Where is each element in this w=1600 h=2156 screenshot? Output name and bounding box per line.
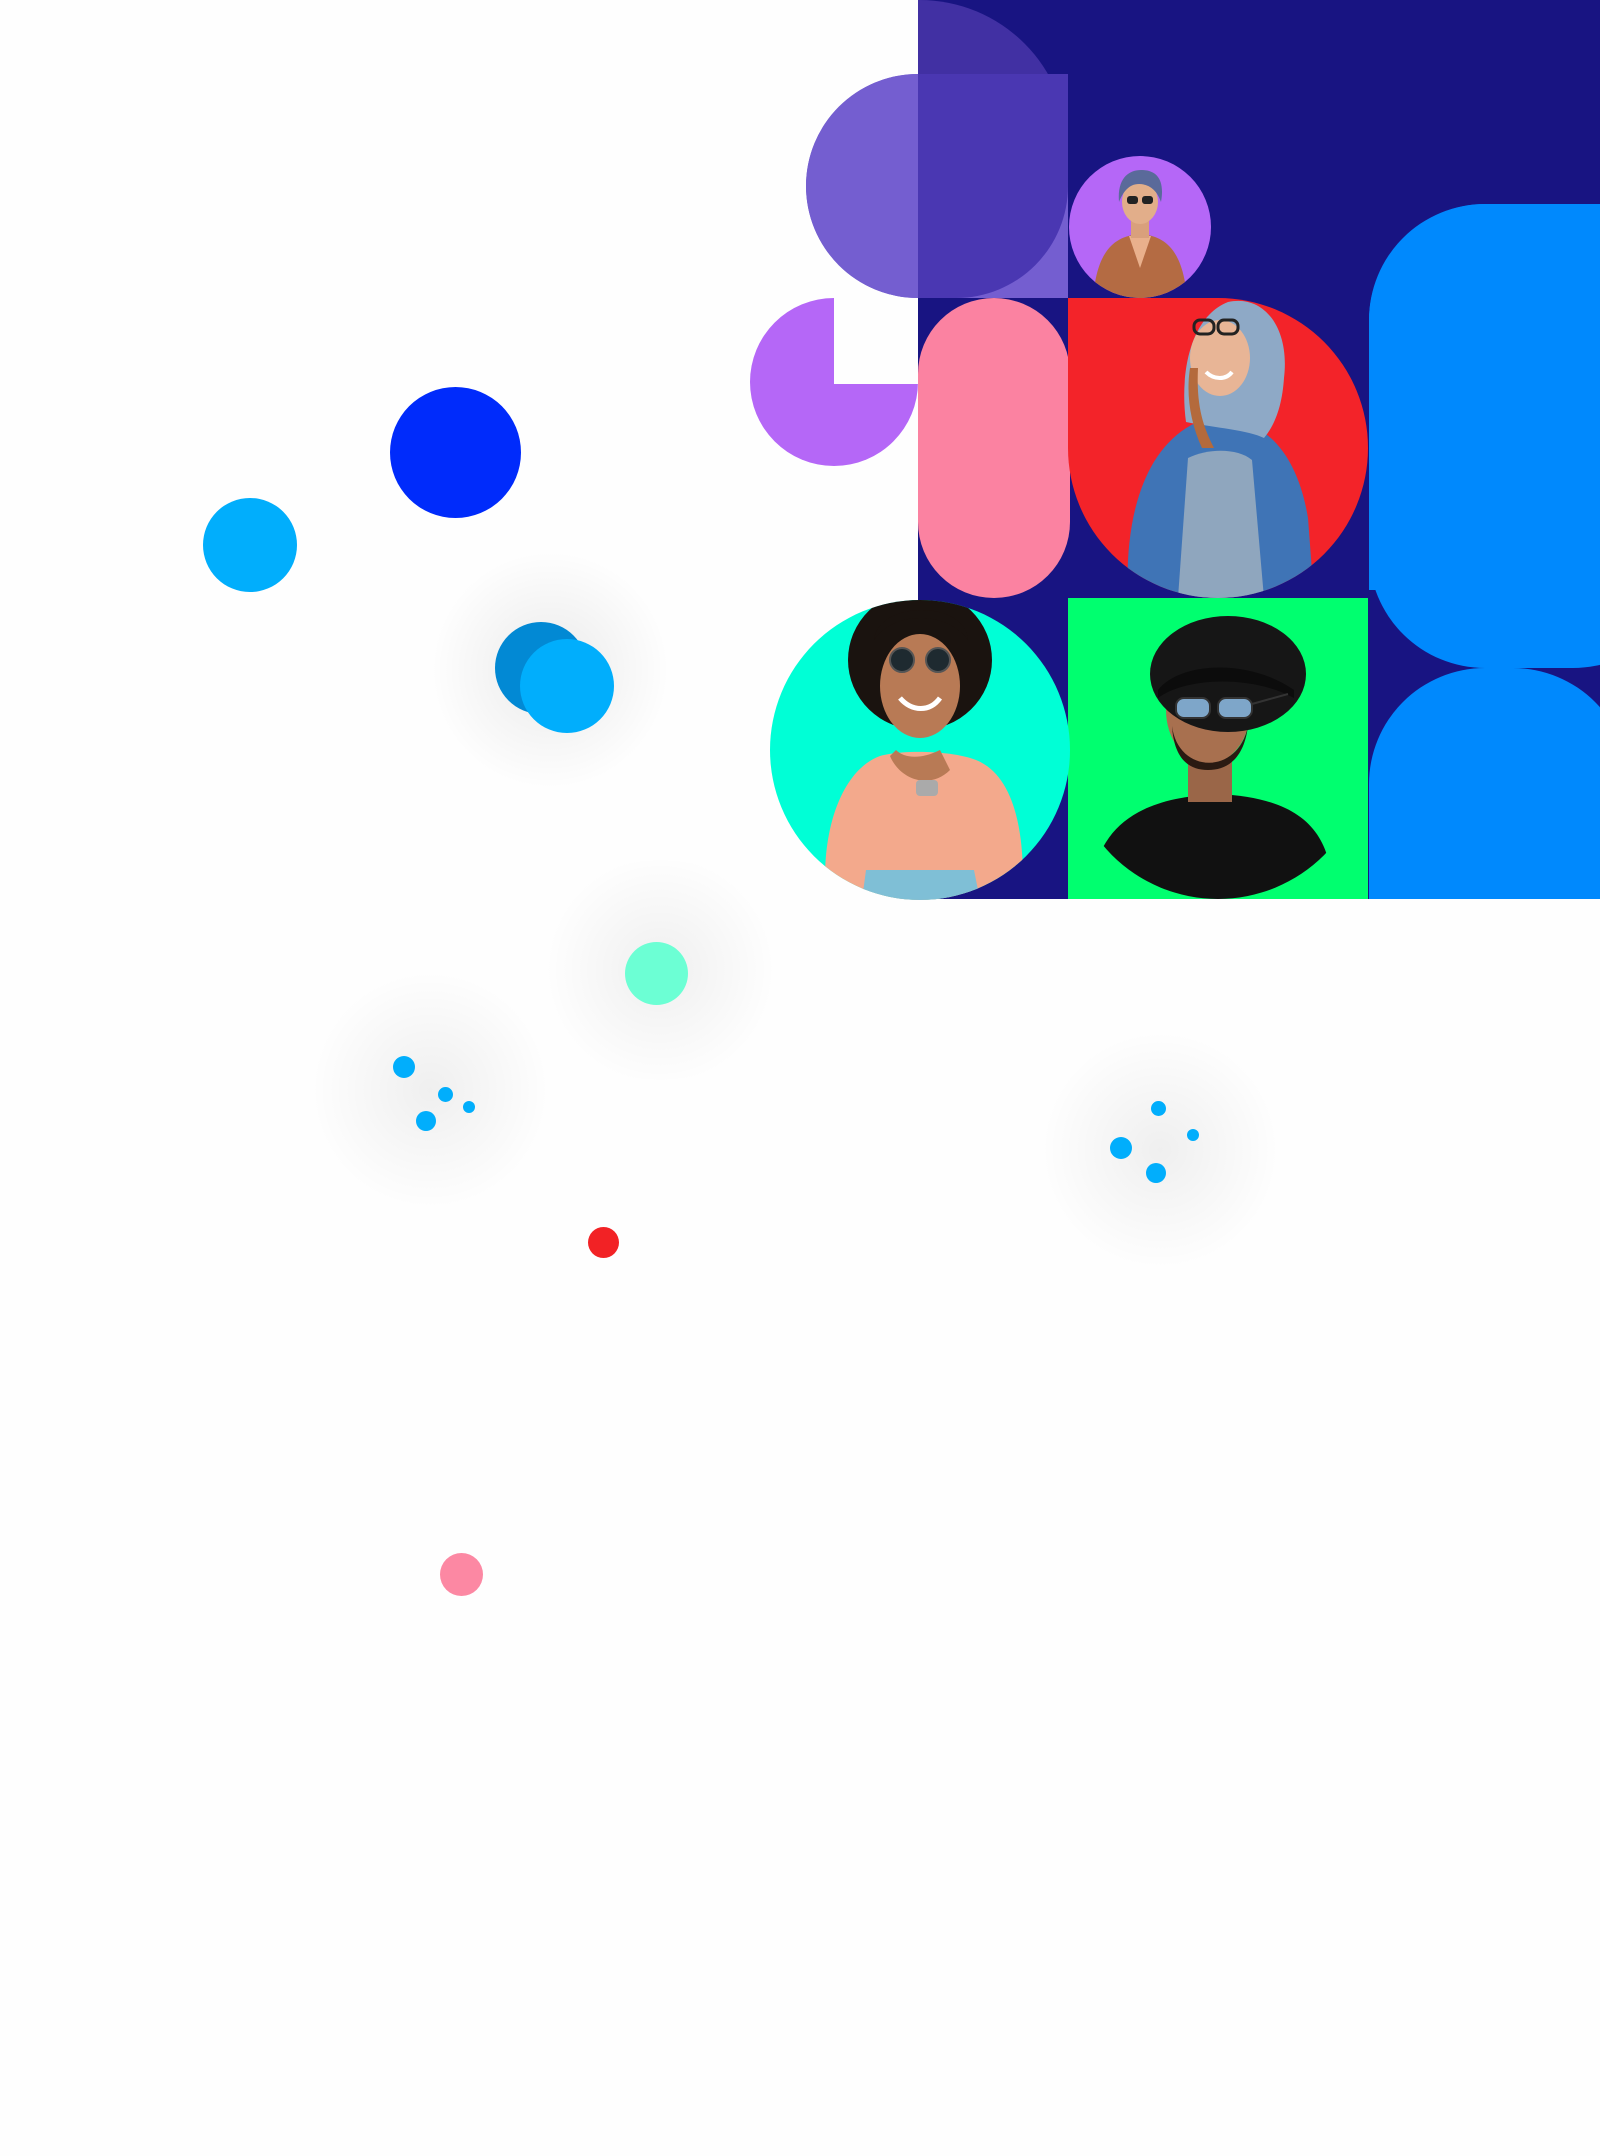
dot-cluster-right-1 bbox=[1151, 1101, 1166, 1116]
pie-cutout bbox=[834, 298, 918, 384]
mint-circle bbox=[625, 942, 688, 1005]
sky-circle-front bbox=[520, 639, 614, 733]
dot-cluster-left-2 bbox=[438, 1087, 453, 1102]
dot-cluster-left-4 bbox=[416, 1111, 436, 1131]
violet-overlap-circle bbox=[806, 74, 918, 298]
dot-cluster-left-3 bbox=[463, 1101, 475, 1113]
portrait-icon bbox=[1090, 616, 1333, 899]
portrait-icon bbox=[825, 600, 1023, 900]
blue-b-shape-stem bbox=[1369, 320, 1600, 590]
glow-4 bbox=[1030, 1020, 1290, 1280]
person-woman-curly-hair-portrait bbox=[770, 600, 1070, 900]
sky-circle bbox=[203, 498, 297, 592]
blue-rounded-bottom-block bbox=[1369, 668, 1600, 899]
red-dot bbox=[588, 1227, 619, 1258]
glow-3 bbox=[300, 960, 560, 1220]
pink-dot bbox=[440, 1553, 483, 1596]
dot-cluster-right-3 bbox=[1110, 1137, 1132, 1159]
person-woman-in-coat bbox=[1069, 156, 1211, 298]
person-woman-in-hoodie bbox=[1068, 298, 1368, 598]
dot-cluster-right-2 bbox=[1187, 1129, 1199, 1141]
portrait-icon bbox=[1093, 170, 1187, 298]
pink-pill-shape bbox=[918, 298, 1070, 598]
cobalt-circle bbox=[390, 387, 521, 518]
portrait-icon bbox=[1127, 300, 1314, 598]
dot-cluster-right-4 bbox=[1146, 1163, 1166, 1183]
person-man-in-hat bbox=[1068, 598, 1368, 899]
dot-cluster-left-1 bbox=[393, 1056, 415, 1078]
